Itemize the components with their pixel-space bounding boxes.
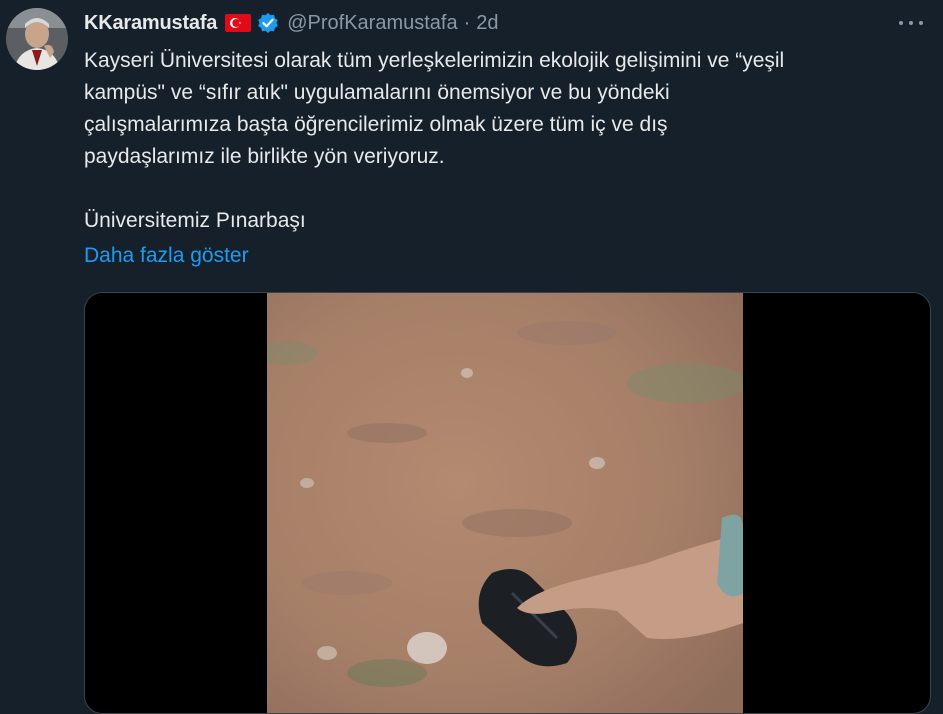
tweet-line-1: Kayseri Üniversitesi olarak tüm yerleşke… [84, 49, 785, 72]
display-name[interactable]: KKaramustafa [84, 12, 217, 35]
tweet-header: KKaramustafa @ProfKaramustafa · 2d [84, 10, 934, 36]
video-frame [267, 293, 743, 713]
turkey-flag-icon [225, 14, 252, 32]
more-options-icon[interactable] [899, 12, 923, 34]
tweet-line-2: kampüs" ve “sıfır atık" uygulamalarını ö… [84, 81, 670, 104]
separator-dot: · [463, 11, 471, 34]
tweet-second-paragraph: Üniversitemiz Pınarbaşı [84, 209, 306, 232]
tweet-line-4: paydaşlarımız ile birlikte yön veriyoruz… [84, 145, 445, 168]
handle[interactable]: @ProfKaramustafa [287, 12, 457, 35]
avatar[interactable] [6, 8, 68, 70]
verified-badge-icon[interactable] [257, 12, 279, 34]
tweet-text: Kayseri Üniversitesi olarak tüm yerleşke… [84, 45, 934, 237]
show-more-link[interactable]: Daha fazla göster [84, 240, 249, 272]
tweet-line-3: çalışmalarımıza başta öğrencilerimiz olm… [84, 113, 668, 136]
tweet[interactable]: KKaramustafa @ProfKaramustafa · 2d Kayse… [0, 0, 943, 714]
video-player[interactable] [84, 292, 931, 714]
avatar-image [6, 8, 68, 70]
timestamp[interactable]: 2d [476, 12, 498, 35]
